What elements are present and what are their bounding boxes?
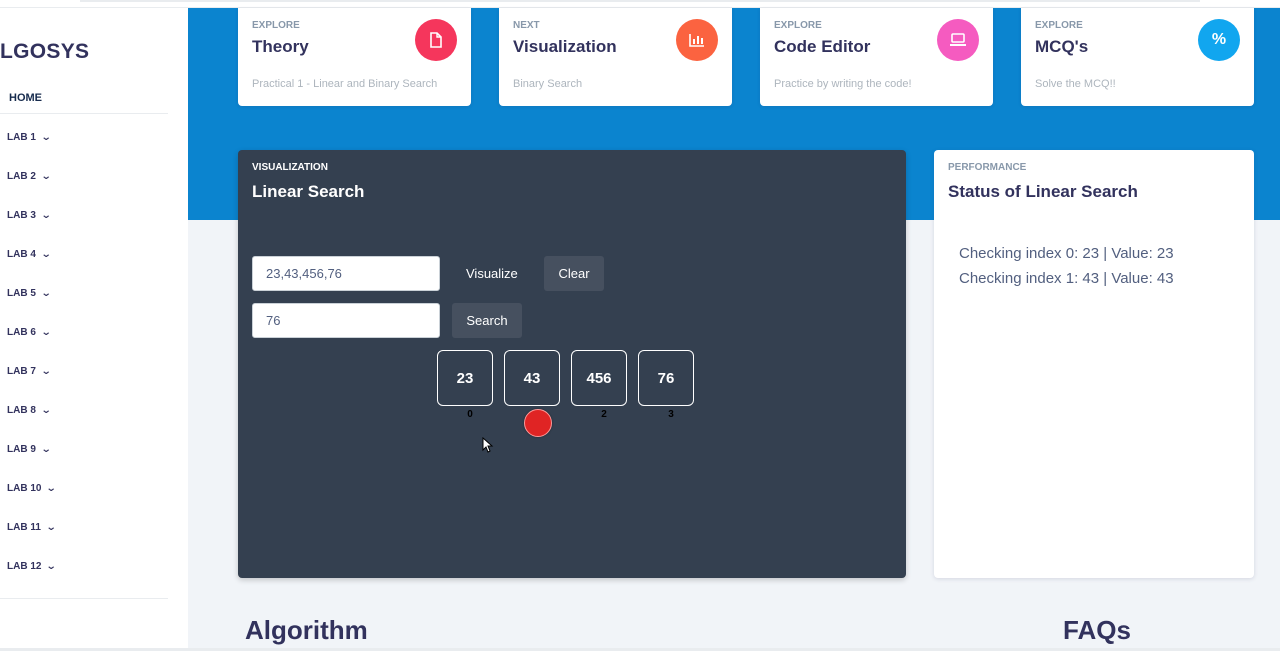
- chevron-down-icon: ⌄: [40, 444, 52, 455]
- sidebar-item-lab-12[interactable]: LAB 12 ⌄: [7, 561, 58, 572]
- card-subtitle: Binary Search: [513, 78, 583, 90]
- chevron-down-icon: ⌄: [40, 405, 52, 416]
- card-kicker: NEXT: [513, 20, 540, 31]
- sidebar-item-label: LAB 12: [7, 561, 42, 572]
- section-heading-algorithm: Algorithm: [245, 615, 368, 645]
- brand-logo-text[interactable]: LGOSYS: [0, 40, 89, 64]
- card-kicker: EXPLORE: [1035, 20, 1083, 31]
- clear-button[interactable]: Clear: [544, 256, 604, 291]
- sidebar-item-label: LAB 6: [7, 327, 36, 338]
- array-input[interactable]: [252, 256, 440, 291]
- chevron-down-icon: ⌄: [46, 561, 58, 572]
- card-title: Theory: [252, 37, 309, 56]
- sidebar-item-lab-8[interactable]: LAB 8 ⌄: [7, 405, 52, 416]
- sidebar-item-label: LAB 11: [7, 522, 41, 533]
- sidebar-item-label: LAB 5: [7, 288, 36, 299]
- sidebar-divider: [0, 598, 168, 599]
- sidebar-item-label: LAB 7: [7, 366, 36, 377]
- card-subtitle: Solve the MCQ!!: [1035, 78, 1116, 90]
- panel-title: Status of Linear Search: [948, 182, 1138, 201]
- search-button[interactable]: Search: [452, 303, 522, 338]
- top-divider: [80, 0, 1200, 2]
- sidebar-item-home[interactable]: HOME: [9, 92, 42, 104]
- chevron-down-icon: ⌄: [40, 327, 52, 338]
- array-index: 0: [467, 409, 473, 420]
- panel-kicker: VISUALIZATION: [252, 162, 328, 173]
- chevron-down-icon: ⌄: [40, 288, 52, 299]
- laptop-icon: [937, 19, 979, 61]
- card-kicker: EXPLORE: [252, 20, 300, 31]
- card-code-editor[interactable]: EXPLORE Code Editor Practice by writing …: [760, 8, 993, 106]
- sidebar-item-lab-3[interactable]: LAB 3 ⌄: [7, 210, 52, 221]
- sidebar-item-label: LAB 2: [7, 171, 36, 182]
- card-visualization[interactable]: NEXT Visualization Binary Search: [499, 8, 732, 106]
- sidebar-item-lab-11[interactable]: LAB 11 ⌄: [7, 522, 57, 533]
- sidebar-item-lab-9[interactable]: LAB 9 ⌄: [7, 444, 52, 455]
- card-title: Visualization: [513, 37, 617, 56]
- card-subtitle: Practice by writing the code!: [774, 78, 912, 90]
- card-title: MCQ's: [1035, 37, 1089, 56]
- section-heading-faqs: FAQs: [1063, 615, 1131, 645]
- document-icon: [415, 19, 457, 61]
- search-value-input[interactable]: [252, 303, 440, 338]
- chevron-down-icon: ⌄: [40, 366, 52, 377]
- sidebar-item-label: LAB 8: [7, 405, 36, 416]
- array-cell: 43: [504, 350, 560, 406]
- chevron-down-icon: ⌄: [40, 171, 52, 182]
- status-log: Checking index 0: 23 | Value: 23 Checkin…: [959, 241, 1174, 291]
- current-index-pointer: [524, 409, 552, 437]
- sidebar-divider: [0, 113, 168, 114]
- sidebar-item-lab-6[interactable]: LAB 6 ⌄: [7, 327, 52, 338]
- sidebar-item-label: LAB 10: [7, 483, 42, 494]
- sidebar-item-label: LAB 9: [7, 444, 36, 455]
- percent-icon: %: [1198, 19, 1240, 61]
- chevron-down-icon: ⌄: [45, 522, 57, 533]
- array-cell: 23: [437, 350, 493, 406]
- card-theory[interactable]: EXPLORE Theory Practical 1 - Linear and …: [238, 8, 471, 106]
- sidebar-item-lab-2[interactable]: LAB 2 ⌄: [7, 171, 52, 182]
- sidebar-item-label: LAB 1: [7, 132, 36, 143]
- array-index: 2: [601, 409, 607, 420]
- chevron-down-icon: ⌄: [40, 132, 52, 143]
- chevron-down-icon: ⌄: [40, 249, 52, 260]
- sidebar-item-lab-5[interactable]: LAB 5 ⌄: [7, 288, 52, 299]
- card-kicker: EXPLORE: [774, 20, 822, 31]
- sidebar: LGOSYS HOME LAB 1 ⌄ LAB 2 ⌄ LAB 3 ⌄ LAB 4 ⌄ …: [0, 8, 188, 651]
- sidebar-item-label: LAB 4: [7, 249, 36, 260]
- sidebar-item-label: LAB 3: [7, 210, 36, 221]
- chevron-down-icon: ⌄: [40, 210, 52, 221]
- panel-kicker: PERFORMANCE: [948, 162, 1027, 173]
- top-strip: [0, 0, 1280, 8]
- array-index: 3: [668, 409, 674, 420]
- array-cell: 76: [638, 350, 694, 406]
- card-title: Code Editor: [774, 37, 871, 56]
- card-mcqs[interactable]: EXPLORE MCQ's Solve the MCQ!! %: [1021, 8, 1254, 106]
- visualize-button[interactable]: Visualize: [466, 266, 518, 281]
- visualization-panel: VISUALIZATION Linear Search Visualize Cl…: [238, 150, 906, 578]
- sidebar-item-lab-7[interactable]: LAB 7 ⌄: [7, 366, 52, 377]
- status-log-line: Checking index 0: 23 | Value: 23: [959, 245, 1174, 262]
- card-subtitle: Practical 1 - Linear and Binary Search: [252, 78, 438, 90]
- array-cell: 456: [571, 350, 627, 406]
- mouse-cursor-icon: [482, 437, 494, 453]
- sidebar-item-lab-4[interactable]: LAB 4 ⌄: [7, 249, 52, 260]
- chevron-down-icon: ⌄: [46, 483, 58, 494]
- sidebar-item-lab-10[interactable]: LAB 10 ⌄: [7, 483, 58, 494]
- status-log-line: Checking index 1: 43 | Value: 43: [959, 270, 1174, 287]
- sidebar-item-lab-1[interactable]: LAB 1 ⌄: [7, 132, 52, 143]
- performance-panel: PERFORMANCE Status of Linear Search Chec…: [934, 150, 1254, 578]
- panel-title: Linear Search: [252, 182, 365, 201]
- chart-bar-icon: [676, 19, 718, 61]
